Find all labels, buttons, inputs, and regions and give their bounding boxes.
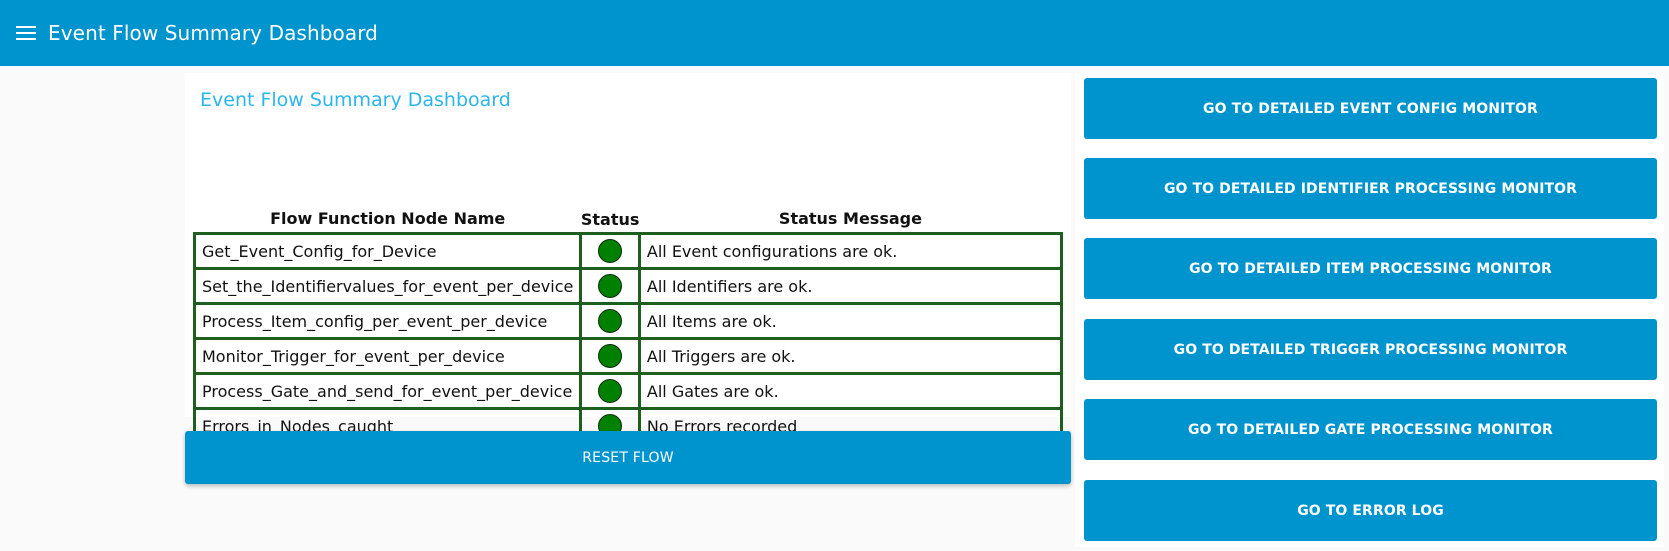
column-header-node-name: Flow Function Node Name xyxy=(270,208,506,228)
status-cell xyxy=(579,372,641,410)
go-to-item-processing-monitor-button[interactable]: GO TO DETAILED ITEM PROCESSING MONITOR xyxy=(1084,238,1657,299)
status-message-cell: All Event configurations are ok. xyxy=(637,232,1064,270)
status-cell xyxy=(579,232,641,270)
status-cell xyxy=(579,302,641,340)
table-row: Process_Gate_and_send_for_event_per_devi… xyxy=(192,372,1064,410)
hamburger-menu-icon[interactable] xyxy=(16,26,36,40)
status-ok-indicator-icon xyxy=(598,274,623,298)
go-to-trigger-processing-monitor-button[interactable]: GO TO DETAILED TRIGGER PROCESSING MONITO… xyxy=(1084,319,1657,380)
node-name-cell: Get_Event_Config_for_Device xyxy=(192,232,583,270)
status-ok-indicator-icon xyxy=(598,379,623,403)
column-header-status-message: Status Message xyxy=(778,208,922,228)
flow-status-table: Flow Function Node Name Status Status Me… xyxy=(192,207,1064,445)
top-app-bar: Event Flow Summary Dashboard xyxy=(0,0,1669,66)
summary-card: Event Flow Summary Dashboard Flow Functi… xyxy=(185,73,1071,445)
status-ok-indicator-icon xyxy=(598,344,623,368)
table-row: Set_the_Identifiervalues_for_event_per_d… xyxy=(192,267,1064,305)
reset-flow-button[interactable]: RESET FLOW xyxy=(185,431,1071,484)
status-message-cell: All Triggers are ok. xyxy=(637,337,1064,375)
app-title: Event Flow Summary Dashboard xyxy=(48,21,378,45)
status-ok-indicator-icon xyxy=(598,309,623,333)
status-message-cell: All Identifiers are ok. xyxy=(637,267,1064,305)
table-row: Get_Event_Config_for_Device All Event co… xyxy=(192,232,1064,270)
node-name-cell: Set_the_Identifiervalues_for_event_per_d… xyxy=(192,267,583,305)
status-message-cell: All Gates are ok. xyxy=(637,372,1064,410)
status-cell xyxy=(579,337,641,375)
node-name-cell: Monitor_Trigger_for_event_per_device xyxy=(192,337,583,375)
node-name-cell: Process_Gate_and_send_for_event_per_devi… xyxy=(192,372,583,410)
node-name-cell: Process_Item_config_per_event_per_device xyxy=(192,302,583,340)
status-cell xyxy=(579,267,641,305)
card-title: Event Flow Summary Dashboard xyxy=(200,89,511,111)
table-row: Monitor_Trigger_for_event_per_device All… xyxy=(192,337,1064,375)
status-message-cell: All Items are ok. xyxy=(637,302,1064,340)
go-to-error-log-button[interactable]: GO TO ERROR LOG xyxy=(1084,480,1657,541)
go-to-identifier-processing-monitor-button[interactable]: GO TO DETAILED IDENTIFIER PROCESSING MON… xyxy=(1084,158,1657,219)
table-row: Process_Item_config_per_event_per_device… xyxy=(192,302,1064,340)
navigation-panel: GO TO DETAILED EVENT CONFIG MONITOR GO T… xyxy=(1075,74,1664,547)
go-to-gate-processing-monitor-button[interactable]: GO TO DETAILED GATE PROCESSING MONITOR xyxy=(1084,399,1657,460)
table-header-row: Flow Function Node Name Status Status Me… xyxy=(195,207,1062,234)
go-to-event-config-monitor-button[interactable]: GO TO DETAILED EVENT CONFIG MONITOR xyxy=(1084,78,1657,139)
status-ok-indicator-icon xyxy=(598,239,623,263)
column-header-status: Status xyxy=(580,210,640,229)
